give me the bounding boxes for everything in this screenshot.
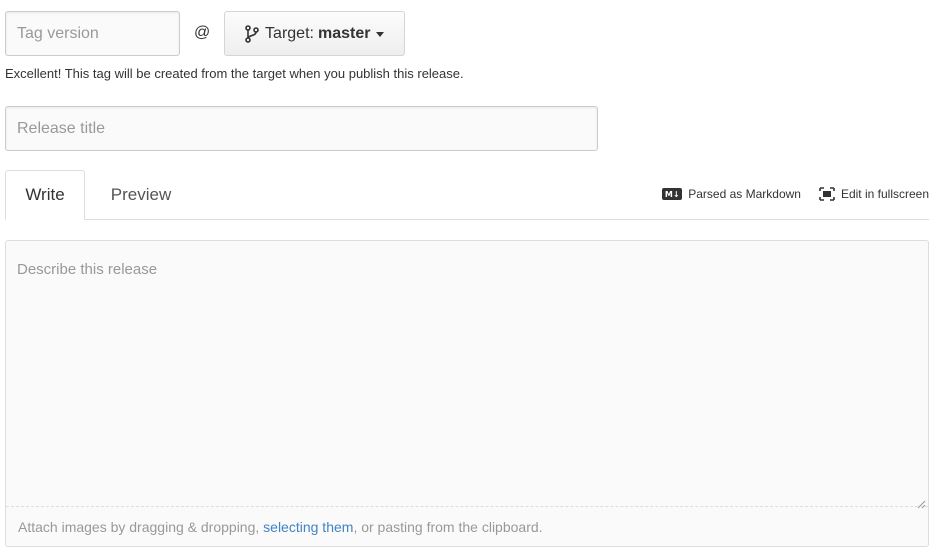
resize-handle-icon[interactable] bbox=[916, 496, 926, 509]
release-title-input[interactable] bbox=[5, 106, 598, 151]
release-description-textarea[interactable] bbox=[6, 241, 928, 507]
tab-write[interactable]: Write bbox=[5, 170, 85, 220]
fullscreen-icon bbox=[819, 187, 835, 201]
edit-fullscreen-link[interactable]: Edit in fullscreen bbox=[841, 187, 929, 201]
parsed-as-markdown-link[interactable]: Parsed as Markdown bbox=[688, 187, 801, 201]
select-files-link[interactable]: selecting them bbox=[263, 519, 353, 535]
tab-preview[interactable]: Preview bbox=[91, 170, 191, 220]
editor-tabbar: Write Preview M↓ Parsed as Markdown Edit… bbox=[5, 170, 929, 220]
tag-row: @ Target: master bbox=[5, 11, 406, 56]
drop-text-prefix: Attach images by dragging & dropping, bbox=[18, 518, 260, 535]
tag-version-input[interactable] bbox=[5, 11, 180, 56]
editor-tools: M↓ Parsed as Markdown Edit in fullscreen bbox=[662, 187, 929, 201]
branch-icon bbox=[245, 24, 259, 43]
markdown-icon: M↓ bbox=[662, 188, 683, 200]
target-value: master bbox=[317, 24, 371, 42]
target-label: Target: bbox=[265, 24, 314, 42]
release-body-editor: Attach images by dragging & dropping, se… bbox=[5, 240, 929, 547]
tag-status-message: Excellent! This tag will be created from… bbox=[5, 66, 464, 81]
target-branch-button[interactable]: Target: master bbox=[224, 11, 406, 56]
drop-text-suffix: , or pasting from the clipboard. bbox=[353, 518, 543, 535]
caret-down-icon bbox=[376, 32, 385, 37]
file-drop-bar[interactable]: Attach images by dragging & dropping, se… bbox=[6, 506, 928, 546]
at-sign: @ bbox=[194, 23, 211, 41]
